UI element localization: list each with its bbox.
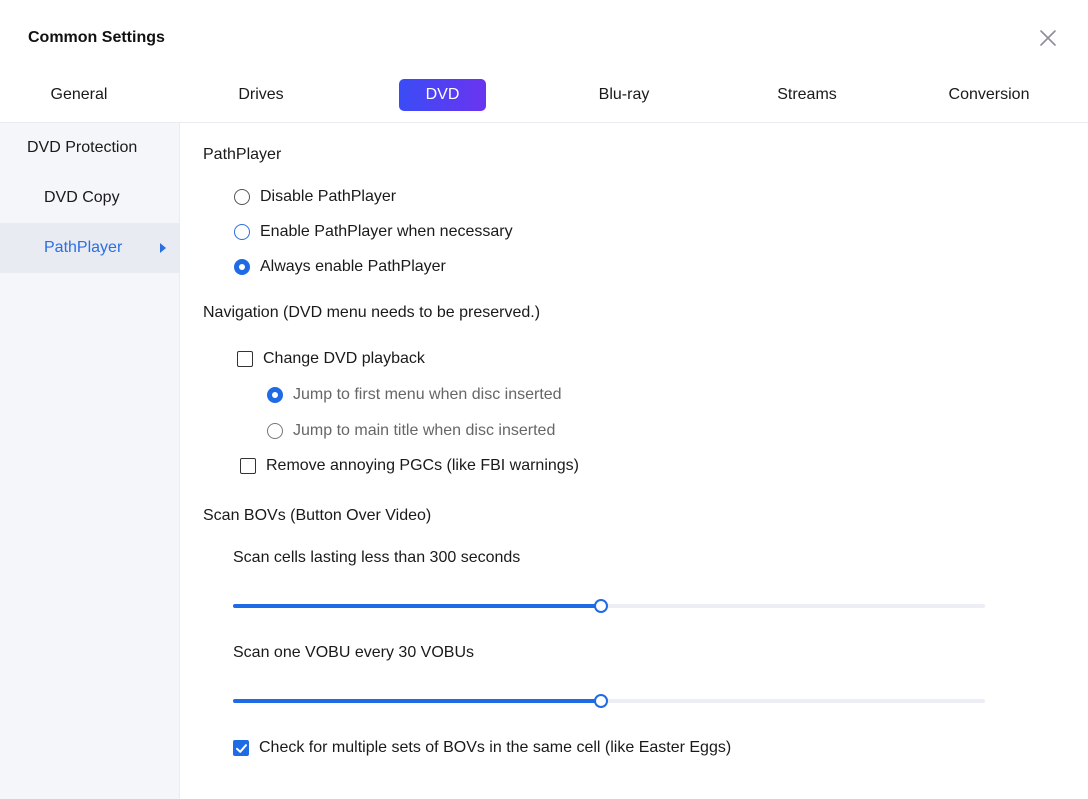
- remove-pgcs-checkbox[interactable]: [240, 458, 256, 474]
- always-enable-label: Always enable PathPlayer: [260, 258, 446, 275]
- enable-when-necessary-radio[interactable]: [234, 224, 250, 240]
- sidebar-item-dvd-protection[interactable]: DVD Protection: [0, 123, 180, 173]
- scan-bovs-section-title: Scan BOVs (Button Over Video): [203, 507, 432, 524]
- change-dvd-playback-checkbox[interactable]: [237, 351, 253, 367]
- caret-right-icon: [160, 243, 166, 253]
- disable-pathplayer-label: Disable PathPlayer: [260, 188, 397, 205]
- sidebar-item-dvd-copy[interactable]: DVD Copy: [0, 173, 180, 223]
- tab-drives[interactable]: Drives: [218, 79, 304, 111]
- sidebar-item-label: DVD Protection: [27, 139, 138, 156]
- close-button[interactable]: [1036, 26, 1060, 50]
- check-icon: [236, 744, 247, 753]
- enable-when-necessary-label: Enable PathPlayer when necessary: [260, 223, 513, 240]
- slider-fill: [233, 699, 601, 703]
- change-dvd-playback-label: Change DVD playback: [263, 350, 425, 367]
- scan-vobu-slider[interactable]: [233, 691, 985, 711]
- multiple-bov-sets-label: Check for multiple sets of BOVs in the s…: [259, 739, 732, 756]
- tab-conversion[interactable]: Conversion: [939, 79, 1039, 111]
- scan-cells-slider[interactable]: [233, 596, 985, 616]
- jump-main-title-label: Jump to main title when disc inserted: [293, 422, 556, 439]
- slider-fill: [233, 604, 601, 608]
- dialog-title: Common Settings: [28, 29, 165, 46]
- settings-panel: PathPlayer Disable PathPlayer Enable Pat…: [181, 123, 1088, 799]
- sidebar-item-label: DVD Copy: [44, 189, 120, 206]
- scan-cells-label: Scan cells lasting less than 300 seconds: [233, 549, 521, 566]
- disable-pathplayer-radio[interactable]: [234, 189, 250, 205]
- always-enable-radio[interactable]: [234, 259, 250, 275]
- tab-bar: General Drives DVD Blu-ray Streams Conve…: [0, 79, 1088, 111]
- sidebar-item-pathplayer[interactable]: PathPlayer: [0, 223, 180, 273]
- sidebar-item-label: PathPlayer: [44, 239, 123, 256]
- tab-blu-ray[interactable]: Blu-ray: [581, 79, 667, 111]
- slider-thumb[interactable]: [594, 599, 608, 613]
- pathplayer-section-title: PathPlayer: [203, 146, 282, 163]
- slider-thumb[interactable]: [594, 694, 608, 708]
- tab-dvd[interactable]: DVD: [399, 79, 486, 111]
- jump-first-menu-label: Jump to first menu when disc inserted: [293, 386, 562, 403]
- jump-first-menu-radio[interactable]: [267, 387, 283, 403]
- settings-dialog: Common Settings General Drives DVD Blu-r…: [0, 0, 1088, 799]
- sidebar: DVD Protection DVD Copy PathPlayer: [0, 123, 180, 799]
- remove-pgcs-label: Remove annoying PGCs (like FBI warnings): [266, 457, 580, 474]
- close-icon: [1040, 30, 1056, 46]
- scan-vobu-label: Scan one VOBU every 30 VOBUs: [233, 644, 474, 661]
- navigation-section-title: Navigation (DVD menu needs to be preserv…: [203, 304, 541, 321]
- jump-main-title-radio[interactable]: [267, 423, 283, 439]
- tab-general[interactable]: General: [36, 79, 122, 111]
- multiple-bov-sets-checkbox[interactable]: [233, 740, 249, 756]
- tab-streams[interactable]: Streams: [764, 79, 850, 111]
